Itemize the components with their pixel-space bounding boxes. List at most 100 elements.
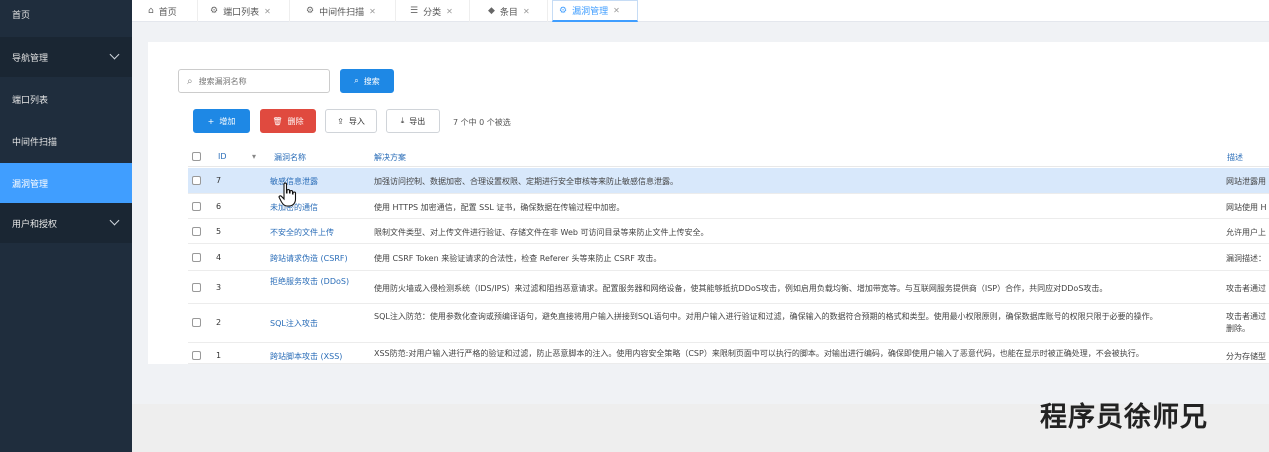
sidebar-item-label: 中间件扫描 <box>12 137 58 148</box>
hand-cursor-icon <box>278 182 297 207</box>
tab-port-list[interactable]: ⚙ 端口列表 ✕ <box>204 0 290 22</box>
row-name[interactable]: 跨站脚本攻击 (XSS) <box>270 351 342 362</box>
row-description: 网站泄露用 <box>1226 177 1266 186</box>
tab-label: 条目 <box>499 7 518 18</box>
sidebar-item-label: 用户和授权 <box>12 219 58 230</box>
table-row[interactable]: 5 不安全的文件上传 限制文件类型、对上传文件进行验证、存储文件在非 Web 可… <box>188 220 1269 244</box>
trash-icon: 🗑 <box>272 116 283 126</box>
row-description: 攻击者通过 <box>1226 284 1266 293</box>
select-all-checkbox[interactable] <box>192 152 201 161</box>
import-button-label: 导入 <box>348 116 365 126</box>
delete-button[interactable]: 🗑 删除 <box>260 109 316 133</box>
search-icon: ⌕ <box>354 76 359 85</box>
row-solution: 使用 CSRF Token 来验证请求的合法性，检查 Referer 头等来防止… <box>374 254 662 263</box>
tab-label: 首页 <box>158 7 177 18</box>
close-icon[interactable]: ✕ <box>446 7 453 16</box>
table-row[interactable]: 7 敏感信息泄露 加强访问控制、数据加密、合理设置权限、定期进行安全审核等来防止… <box>188 168 1269 194</box>
bug-icon: ⚙ <box>559 5 568 16</box>
add-button-label: 增加 <box>219 116 236 126</box>
close-icon[interactable]: ✕ <box>523 7 530 16</box>
row-name[interactable]: 不安全的文件上传 <box>270 227 334 238</box>
sidebar-item-port-list[interactable]: 端口列表 <box>0 79 132 119</box>
tab-label: 端口列表 <box>223 7 260 18</box>
sort-caret-icon[interactable]: ▾ <box>252 152 256 161</box>
delete-button-label: 删除 <box>287 116 304 126</box>
sidebar-item-nav-management[interactable]: 导航管理 <box>0 37 132 77</box>
row-id: 5 <box>216 227 222 236</box>
search-button[interactable]: ⌕ 搜索 <box>340 69 394 93</box>
row-solution: 使用防火墙或入侵检测系统（IDS/IPS）来过滤和阻挡恶意请求。配置服务器和网络… <box>374 284 1108 293</box>
scan-icon: ⚙ <box>306 6 315 16</box>
row-description: 分为存储型 <box>1226 352 1266 361</box>
row-checkbox[interactable] <box>192 176 201 185</box>
sidebar-item-label: 漏洞管理 <box>12 179 49 190</box>
download-icon: ⤓ <box>400 116 405 125</box>
sidebar-item-middleware-scan[interactable]: 中间件扫描 <box>0 121 132 161</box>
table-header: ID ▾ 漏洞名称 解决方案 描述 <box>188 147 1269 167</box>
close-icon[interactable]: ✕ <box>613 6 620 15</box>
row-id: 1 <box>216 351 222 360</box>
table-row[interactable]: 6 未加密的通信 使用 HTTPS 加密通信，配置 SSL 证书，确保数据在传输… <box>188 195 1269 219</box>
home-icon: ⌂ <box>148 6 154 16</box>
close-icon[interactable]: ✕ <box>264 7 271 16</box>
selection-count: 7 个中 0 个被选 <box>453 118 511 127</box>
row-checkbox[interactable] <box>192 253 201 262</box>
plus-icon: + <box>207 116 215 126</box>
row-description: 网站使用 H <box>1226 203 1267 212</box>
row-solution: 使用 HTTPS 加密通信，配置 SSL 证书，确保数据在传输过程中加密。 <box>374 203 625 212</box>
row-solution: 限制文件类型、对上传文件进行验证、存储文件在非 Web 可访问目录等来防止文件上… <box>374 228 709 237</box>
port-icon: ⚙ <box>210 6 219 16</box>
sidebar-item-label: 首页 <box>12 10 31 21</box>
export-button-label: 导出 <box>409 116 426 126</box>
tab-label: 中间件扫描 <box>319 7 365 18</box>
tab-category[interactable]: ☰ 分类 ✕ <box>404 0 470 22</box>
tab-vuln-management[interactable]: ⚙ 漏洞管理 ✕ <box>552 0 638 22</box>
row-name[interactable]: 拒绝服务攻击 (DDoS) <box>270 276 360 288</box>
row-id: 6 <box>216 202 222 211</box>
column-header-solution[interactable]: 解决方案 <box>374 152 406 163</box>
row-description: 漏洞描述： <box>1226 254 1266 263</box>
tab-middleware-scan[interactable]: ⚙ 中间件扫描 ✕ <box>300 0 396 22</box>
row-checkbox[interactable] <box>192 227 201 236</box>
tag-icon: ◆ <box>488 6 495 16</box>
row-id: 2 <box>216 318 222 327</box>
add-button[interactable]: + 增加 <box>193 109 250 133</box>
tab-entries[interactable]: ◆ 条目 ✕ <box>482 0 548 22</box>
table-row[interactable]: 4 跨站请求伪造 (CSRF) 使用 CSRF Token 来验证请求的合法性，… <box>188 245 1269 271</box>
table-row[interactable]: 3 拒绝服务攻击 (DDoS) 使用防火墙或入侵检测系统（IDS/IPS）来过滤… <box>188 272 1269 304</box>
upload-icon: ⇪ <box>337 116 344 126</box>
watermark-text: 程序员徐师兄 <box>1040 402 1208 433</box>
row-solution: XSS防范:对用户输入进行严格的验证和过滤，防止恶意脚本的注入。使用内容安全策略… <box>374 349 1144 358</box>
row-solution: 加强访问控制、数据加密、合理设置权限、定期进行安全审核等来防止敏感信息泄露。 <box>374 177 678 186</box>
sidebar-item-home[interactable]: 首页 <box>0 0 132 33</box>
row-id: 3 <box>216 283 222 292</box>
sidebar-item-users-auth[interactable]: 用户和授权 <box>0 203 132 243</box>
sidebar-item-vuln-management[interactable]: 漏洞管理 <box>0 163 132 203</box>
import-button[interactable]: ⇪ 导入 <box>325 109 377 133</box>
row-checkbox[interactable] <box>192 202 201 211</box>
tab-bar: ⌂ 首页 ⚙ 端口列表 ✕ ⚙ 中间件扫描 ✕ ☰ 分类 ✕ ◆ 条目 ✕ ⚙ … <box>132 0 1269 22</box>
search-icon: ⌕ <box>187 75 193 87</box>
sidebar: 首页 导航管理 端口列表 中间件扫描 漏洞管理 用户和授权 <box>0 0 132 452</box>
row-description: 允许用户上 <box>1226 228 1266 237</box>
close-icon[interactable]: ✕ <box>369 7 376 16</box>
chevron-down-icon <box>109 49 120 60</box>
row-id: 7 <box>216 176 222 185</box>
table-row[interactable]: 1 跨站脚本攻击 (XSS) XSS防范:对用户输入进行严格的验证和过滤，防止恶… <box>188 344 1269 364</box>
export-button[interactable]: ⤓ 导出 <box>386 109 440 133</box>
tab-label: 分类 <box>423 7 442 18</box>
column-header-name[interactable]: 漏洞名称 <box>274 152 306 163</box>
column-header-description[interactable]: 描述 <box>1227 152 1243 163</box>
row-id: 4 <box>216 253 222 262</box>
row-checkbox[interactable] <box>192 351 201 360</box>
table-row[interactable]: 2 SQL注入攻击 SQL注入防范：使用参数化查询或预编译语句，避免直接将用户输… <box>188 305 1269 343</box>
column-header-id[interactable]: ID <box>218 152 227 161</box>
row-name[interactable]: SQL注入攻击 <box>270 318 318 329</box>
search-input-wrapper[interactable]: ⌕ <box>178 69 330 93</box>
tab-home[interactable]: ⌂ 首页 <box>142 0 198 22</box>
row-name[interactable]: 跨站请求伪造 (CSRF) <box>270 253 348 264</box>
search-input[interactable] <box>198 76 319 86</box>
sidebar-item-label: 导航管理 <box>12 53 49 64</box>
row-checkbox[interactable] <box>192 318 201 327</box>
row-checkbox[interactable] <box>192 283 201 292</box>
